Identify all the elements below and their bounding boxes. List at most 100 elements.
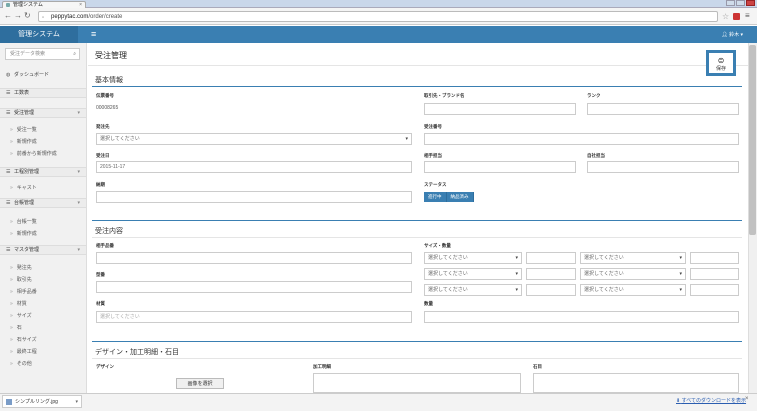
- process-textarea[interactable]: [313, 373, 521, 393]
- qty-field-2[interactable]: [690, 252, 739, 264]
- app-brand[interactable]: 管理システム: [0, 26, 78, 43]
- sidebar-item-material[interactable]: 材質: [0, 300, 86, 308]
- sidebar-item-master[interactable]: ☰ マスタ管理 ▾: [0, 245, 86, 255]
- chevron-down-icon: ▾: [77, 200, 80, 206]
- url-domain: peppytac.com: [51, 14, 89, 20]
- sidebar-item-label: マスタ管理: [14, 247, 40, 253]
- size-select-4[interactable]: 選択してください: [580, 268, 686, 280]
- rank-field[interactable]: [587, 103, 739, 115]
- sidebar-item-order-copy[interactable]: 前番から新規作成: [0, 150, 86, 158]
- back-arrow-icon[interactable]: ←: [4, 12, 12, 20]
- sidebar-item-client[interactable]: 取引先: [0, 276, 86, 284]
- size-select-2[interactable]: 選択してください: [580, 252, 686, 264]
- deadline-label: 納期: [96, 182, 105, 187]
- sidebar-item-other[interactable]: その他: [0, 360, 86, 368]
- material-label: 材質: [96, 301, 105, 306]
- deadline-field[interactable]: [96, 191, 412, 203]
- chevron-down-icon[interactable]: ▾: [75, 396, 78, 408]
- extension-icon[interactable]: [733, 13, 740, 20]
- size-select-1[interactable]: 選択してください: [424, 252, 522, 264]
- material-field[interactable]: 選択してください: [96, 311, 412, 323]
- title-divider: [88, 65, 748, 66]
- type-label: 型番: [96, 272, 105, 277]
- user-name: 鈴木: [729, 32, 740, 38]
- sidebar-search-input[interactable]: 受注データ検索 ⌕: [5, 48, 80, 60]
- qty-field-3[interactable]: [526, 268, 576, 280]
- our-staff-field[interactable]: [587, 161, 739, 173]
- sidebar-item-label: 工数表: [14, 90, 30, 96]
- section-divider: [92, 237, 742, 238]
- sidebar-item-size[interactable]: サイズ: [0, 312, 86, 320]
- close-window-button[interactable]: [746, 0, 755, 6]
- supplier-label: 発注先: [96, 124, 110, 129]
- chevron-down-icon: ▾: [77, 169, 80, 175]
- sidebar-item-ledger[interactable]: ☰ 台帳管理 ▾: [0, 198, 86, 208]
- sidebar-item-process[interactable]: ☰ 工程別管理 ▾: [0, 167, 86, 177]
- order-no-value: 00008265: [96, 105, 119, 111]
- menu-toggle-icon[interactable]: ≡: [91, 29, 96, 39]
- qty-field-4[interactable]: [690, 268, 739, 280]
- list-icon: ☰: [6, 169, 11, 175]
- qty-field-5[interactable]: [526, 284, 576, 296]
- sidebar-item-final-process[interactable]: 最終工程: [0, 348, 86, 356]
- url-field[interactable]: ▫ peppytac.com/order/create: [38, 11, 718, 22]
- favicon-icon: [6, 3, 10, 7]
- sidebar-item-order-new[interactable]: 新規作成: [0, 138, 86, 146]
- show-all-downloads-link[interactable]: ⬇︎ すべてのダウンロードを表示: [676, 397, 746, 404]
- brand-field[interactable]: [424, 103, 576, 115]
- sidebar-item-stone-size[interactable]: 石サイズ: [0, 336, 86, 344]
- user-icon: 👤︎: [721, 32, 728, 38]
- size-select-3[interactable]: 選択してください: [424, 268, 522, 280]
- page-info-icon: ▫: [42, 15, 45, 21]
- list-icon: ☰: [6, 200, 11, 206]
- status-delivered-button[interactable]: 納品済み: [446, 192, 474, 202]
- sidebar-item-order-list[interactable]: 受注一覧: [0, 126, 86, 134]
- save-button[interactable]: ⊜ 保存: [706, 50, 736, 76]
- list-icon: ☰: [6, 90, 11, 96]
- user-menu[interactable]: 👤︎ 鈴木 ▾: [721, 31, 743, 38]
- browser-tab[interactable]: 管理システム ×: [2, 1, 86, 8]
- type-field[interactable]: [96, 281, 412, 293]
- supplier-select[interactable]: 選択してください: [96, 133, 412, 145]
- sidebar-item-cast[interactable]: キャスト: [0, 184, 86, 192]
- sidebar-item-supplier[interactable]: 発注先: [0, 264, 86, 272]
- size-qty-label: サイズ・数量: [424, 243, 451, 248]
- status-in-progress-button[interactable]: 進行中: [424, 192, 447, 202]
- rank-label: ランク: [587, 93, 601, 98]
- stone-textarea[interactable]: [533, 373, 739, 393]
- sidebar-item-label: 受注管理: [14, 110, 35, 116]
- partner-part-field[interactable]: [96, 252, 412, 264]
- dashboard-icon: ◍: [6, 72, 11, 78]
- sidebar-item-partner-part[interactable]: 相手品番: [0, 288, 86, 296]
- size-select-6[interactable]: 選択してください: [580, 284, 686, 296]
- bookmark-star-icon[interactable]: ☆: [722, 12, 729, 21]
- partner-part-label: 相手品番: [96, 243, 114, 248]
- section-divider: [92, 358, 742, 359]
- close-icon[interactable]: ×: [745, 396, 749, 402]
- section-divider: [92, 220, 742, 221]
- partner-staff-field[interactable]: [424, 161, 576, 173]
- sidebar-item-ledger-list[interactable]: 台帳一覧: [0, 218, 86, 226]
- qty-total-field[interactable]: [424, 311, 739, 323]
- qty-field-1[interactable]: [526, 252, 576, 264]
- reload-icon[interactable]: ↻: [24, 12, 31, 20]
- browser-menu-icon[interactable]: ≡: [745, 11, 750, 20]
- section-title-details: 受注内容: [95, 228, 123, 235]
- sidebar-item-worksheet[interactable]: ☰ 工数表: [0, 88, 86, 98]
- order-number-field[interactable]: [424, 133, 739, 145]
- forward-arrow-icon[interactable]: →: [14, 12, 22, 20]
- search-icon[interactable]: ⌕: [73, 49, 76, 60]
- qty-field-6[interactable]: [690, 284, 739, 296]
- sidebar-item-stone[interactable]: 石: [0, 324, 86, 332]
- download-item[interactable]: シンプルリング.jpg ▾: [2, 395, 82, 408]
- maximize-button[interactable]: [736, 0, 745, 6]
- search-placeholder: 受注データ検索: [10, 51, 46, 57]
- minimize-button[interactable]: [726, 0, 735, 6]
- size-select-5[interactable]: 選択してください: [424, 284, 522, 296]
- scrollbar-thumb[interactable]: [749, 45, 756, 235]
- sidebar-item-ledger-new[interactable]: 新規作成: [0, 230, 86, 238]
- sidebar-item-orders[interactable]: ☰ 受注管理 ▾: [0, 108, 86, 118]
- sidebar-item-dashboard[interactable]: ◍ ダッシュボード: [0, 71, 86, 79]
- order-date-field[interactable]: 2015-11-17: [96, 161, 412, 173]
- select-image-button[interactable]: 画像を選択: [176, 378, 224, 389]
